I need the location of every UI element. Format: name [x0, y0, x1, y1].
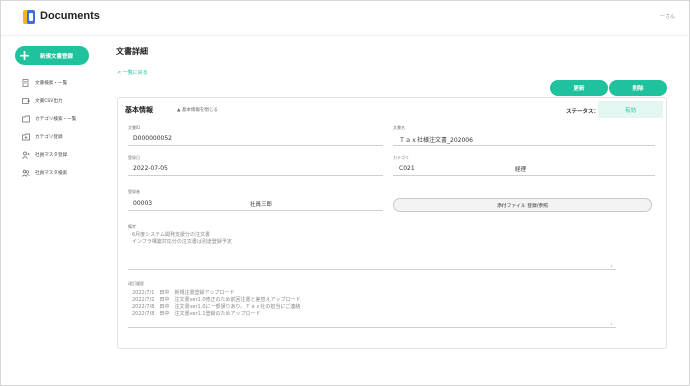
back-to-list-link[interactable]: < 一覧に戻る [117, 69, 148, 76]
sidebar-item-label: カテゴリ登録 [35, 135, 63, 140]
csv-export-icon [22, 97, 30, 105]
sidebar-item-document-search[interactable]: 文書検索・一覧 [22, 74, 76, 92]
category-search-icon [22, 115, 30, 123]
app-title: Documents [40, 10, 100, 22]
registrant-label: 登録者 [128, 189, 140, 194]
remarks-line: 6月度システム開発支援分の注文書 [132, 232, 211, 238]
category-code-field[interactable]: C021 [399, 165, 415, 172]
sidebar-nav: 文書検索・一覧 文書CSV出力 カテゴリ検索・一覧 カテゴリ登録 社員マスタ登録 [22, 74, 76, 182]
status-badge: 有効 [598, 101, 663, 118]
category-underline [393, 175, 655, 176]
history-underline [128, 327, 616, 328]
header-divider [1, 35, 689, 36]
sidebar-item-category-add[interactable]: カテゴリ登録 [22, 128, 76, 146]
document-search-icon [22, 79, 30, 87]
sidebar-item-label: 社員マスタ登録 [35, 153, 68, 158]
app-header: Documents ーさん [1, 1, 689, 35]
sidebar-item-label: カテゴリ検索・一覧 [35, 117, 77, 122]
remarks-line: インフラ構築対応分の注文書は別途登録予定 [132, 239, 232, 245]
status-label: ステータス： [566, 109, 600, 115]
person-add-icon [22, 151, 30, 159]
new-document-button[interactable]: + 新規文書登録 [15, 46, 89, 65]
collapse-toggle[interactable]: ▲ 基本情報を閉じる [177, 107, 218, 113]
registrant-name: 社員三郎 [250, 202, 273, 208]
history-label: 改訂履歴 [128, 281, 144, 286]
doc-name-underline [393, 145, 655, 146]
category-label: カテゴリ [393, 155, 409, 160]
doc-id-value: D000000052 [133, 135, 172, 142]
sidebar-item-category-search[interactable]: カテゴリ検索・一覧 [22, 110, 76, 128]
category-add-icon [22, 133, 30, 141]
remarks-underline [128, 269, 616, 270]
page-title: 文書詳細 [116, 47, 148, 56]
sidebar-item-employee-add[interactable]: 社員マスタ登録 [22, 146, 76, 164]
sidebar-item-csv-export[interactable]: 文書CSV出力 [22, 92, 76, 110]
new-document-label: 新規文書登録 [40, 53, 74, 60]
doc-id-label: 文書ID [128, 125, 141, 130]
history-line: 2022/7/8 田中 注文書ver1.1登録のためアップロード [132, 311, 261, 317]
category-name: 経理 [515, 167, 527, 173]
sidebar-item-label: 社員マスタ検索 [35, 171, 68, 176]
doc-name-label: 文書名 [393, 125, 405, 130]
update-button[interactable]: 更新 [550, 80, 608, 96]
resize-handle-icon[interactable]: ⌟ [610, 262, 612, 268]
resize-handle-icon[interactable]: ⌟ [610, 320, 612, 326]
sidebar-item-employee-search[interactable]: 社員マスタ検索 [22, 164, 76, 182]
delete-button[interactable]: 削除 [609, 80, 667, 96]
reg-date-label: 登録日 [128, 155, 140, 160]
remarks-textarea[interactable]: 6月度システム開発支援分の注文書 インフラ構築対応分の注文書は別途登録予定 [132, 232, 615, 268]
reg-date-underline [128, 175, 383, 176]
reg-date-value: 2022-07-05 [133, 165, 168, 172]
registrant-code-field[interactable]: 00003 [133, 200, 152, 207]
doc-id-underline [128, 145, 383, 146]
doc-name-field[interactable]: Ｔａｘ社様注文書_202006 [399, 135, 473, 144]
history-line: 2022/7/2 田中 注文書ver1.0修正のため前回注書と差替えアップロード [132, 297, 301, 303]
history-textarea[interactable]: 2022/7/1 田中 新規注書登録アップロード 2022/7/2 田中 注文書… [132, 290, 615, 326]
documents-logo-icon [23, 10, 35, 24]
attach-file-button[interactable]: 添付ファイル 登録/参照 [393, 198, 652, 212]
history-line: 2022/7/8 田中 注文書ver1.0に一部誤りあり。Ｔａｘ社の担当にご連絡 [132, 304, 301, 310]
plus-icon: + [18, 47, 31, 64]
remarks-label: 備考 [128, 224, 136, 229]
sidebar-item-label: 文書検索・一覧 [35, 81, 68, 86]
sidebar-item-label: 文書CSV出力 [35, 99, 63, 104]
history-line: 2022/7/1 田中 新規注書登録アップロード [132, 290, 235, 296]
section-title: 基本情報 [125, 106, 153, 114]
basic-info-card: 基本情報 ▲ 基本情報を閉じる ステータス： 有効 文書ID D00000005… [117, 97, 667, 349]
people-search-icon [22, 169, 30, 177]
app-window: Documents ーさん + 新規文書登録 文書検索・一覧 文書CSV出力 カ… [0, 0, 690, 386]
user-name[interactable]: ーさん [660, 13, 675, 20]
registrant-underline [128, 210, 383, 211]
